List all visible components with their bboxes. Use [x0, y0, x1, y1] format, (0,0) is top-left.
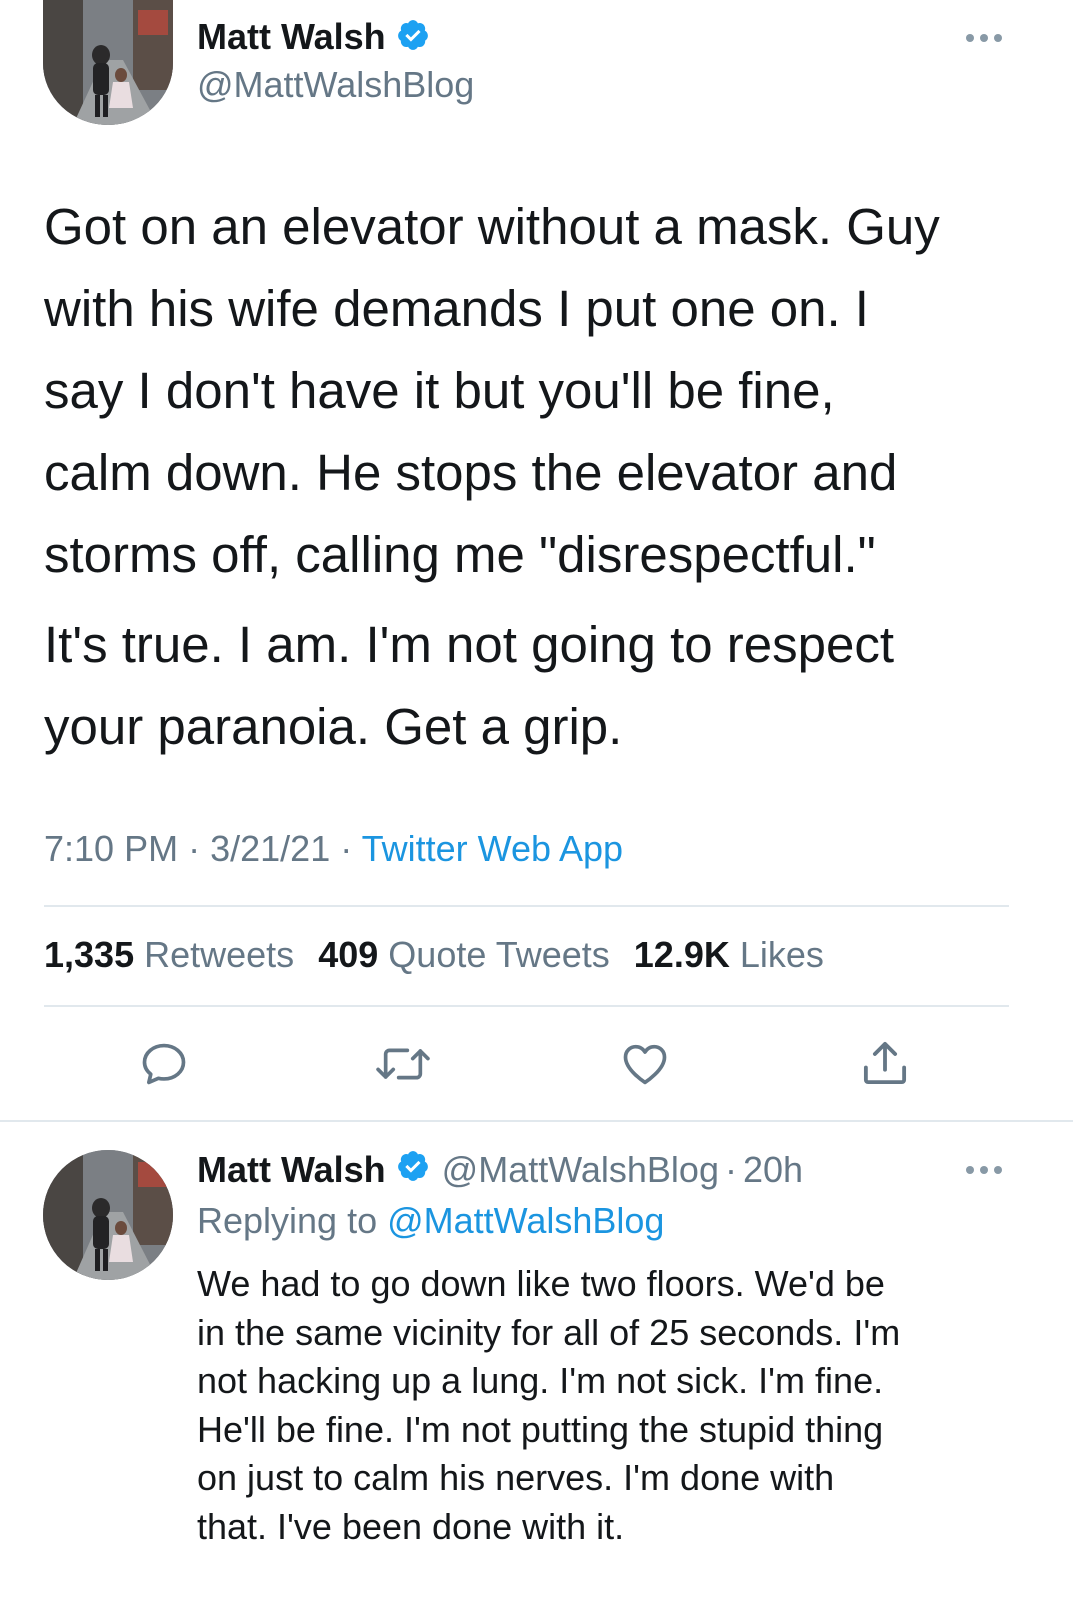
replying-handle-link[interactable]: @MattWalshBlog	[387, 1200, 664, 1241]
share-icon[interactable]	[858, 1036, 912, 1090]
quotes-label: Quote Tweets	[388, 934, 610, 975]
tweet-text: Got on an elevator without a mask. Guy w…	[44, 186, 940, 596]
avatar-photo	[43, 0, 173, 125]
like-icon[interactable]	[618, 1038, 672, 1090]
tweet-text-paragraph-2: It's true. I am. I'm not going to respec…	[44, 604, 894, 768]
reply-line: in the same vicinity for all of 25 secon…	[197, 1311, 901, 1353]
more-icon[interactable]	[962, 1162, 1006, 1178]
verified-badge-icon	[396, 18, 430, 57]
likes-stat[interactable]: 12.9K Likes	[634, 934, 824, 975]
reply-icon[interactable]	[138, 1038, 190, 1090]
section-divider	[0, 1120, 1073, 1122]
reply-line: on just to calm his nerves. I'm done wit…	[197, 1457, 835, 1498]
reply-author-name[interactable]: Matt Walsh	[197, 1149, 386, 1191]
retweets-stat[interactable]: 1,335 Retweets	[44, 934, 304, 975]
quotes-stat[interactable]: 409 Quote Tweets	[318, 934, 620, 975]
replying-prefix: Replying to	[197, 1200, 378, 1241]
divider	[44, 905, 1009, 907]
retweets-count: 1,335	[44, 934, 135, 975]
quotes-count: 409	[318, 934, 379, 975]
retweet-icon[interactable]	[372, 1038, 434, 1090]
tweet-time[interactable]: 7:10 PM	[44, 828, 178, 869]
reply-line: We had to go down like two floors. We'd …	[197, 1263, 885, 1304]
reply-text: We had to go down like two floors. We'd …	[197, 1260, 900, 1551]
tweet-meta: 7:10 PM · 3/21/21 · Twitter Web App	[44, 828, 623, 870]
author-handle[interactable]: @MattWalshBlog	[197, 64, 474, 106]
verified-badge-icon	[396, 1149, 430, 1192]
avatar-photo	[43, 1150, 173, 1280]
likes-label: Likes	[739, 934, 824, 975]
tweet-line: It's true. I am. I'm not going to respec…	[44, 616, 895, 673]
tweet-line: Got on an elevator without a mask. Guy	[44, 198, 940, 255]
tweet-line: say I don't have it but you'll be fine,	[44, 362, 835, 419]
more-icon[interactable]	[962, 30, 1006, 46]
meta-separator: ·	[340, 828, 353, 869]
reply-line: He'll be fine. I'm not putting the stupi…	[197, 1408, 884, 1450]
tweet-line: calm down. He stops the elevator and	[44, 444, 898, 501]
tweet-line: storms off, calling me "disrespectful."	[44, 526, 876, 583]
retweets-label: Retweets	[144, 934, 295, 975]
replying-to: Replying to @MattWalshBlog	[197, 1200, 664, 1242]
avatar[interactable]	[43, 0, 173, 125]
tweet-line: your paranoia. Get a grip.	[44, 698, 623, 755]
reply-line: not hacking up a lung. I'm not sick. I'm…	[197, 1360, 884, 1401]
reply-line: that. I've been done with it.	[197, 1505, 625, 1547]
reply-avatar[interactable]	[43, 1150, 173, 1280]
divider	[44, 1005, 1009, 1007]
likes-count: 12.9K	[633, 934, 730, 975]
tweet-stats: 1,335 Retweets 409 Quote Tweets 12.9K Li…	[44, 934, 824, 976]
tweet-source-link[interactable]: Twitter Web App	[362, 828, 623, 869]
meta-separator: ·	[188, 828, 201, 869]
meta-separator: ·	[724, 1149, 737, 1190]
author-name[interactable]: Matt Walsh	[197, 16, 386, 58]
reply-author-handle[interactable]: @MattWalshBlog	[442, 1149, 719, 1191]
reply-age[interactable]: 20h	[743, 1149, 803, 1191]
tweet-line: with his wife demands I put one on. I	[44, 280, 869, 337]
tweet-date[interactable]: 3/21/21	[210, 828, 330, 869]
